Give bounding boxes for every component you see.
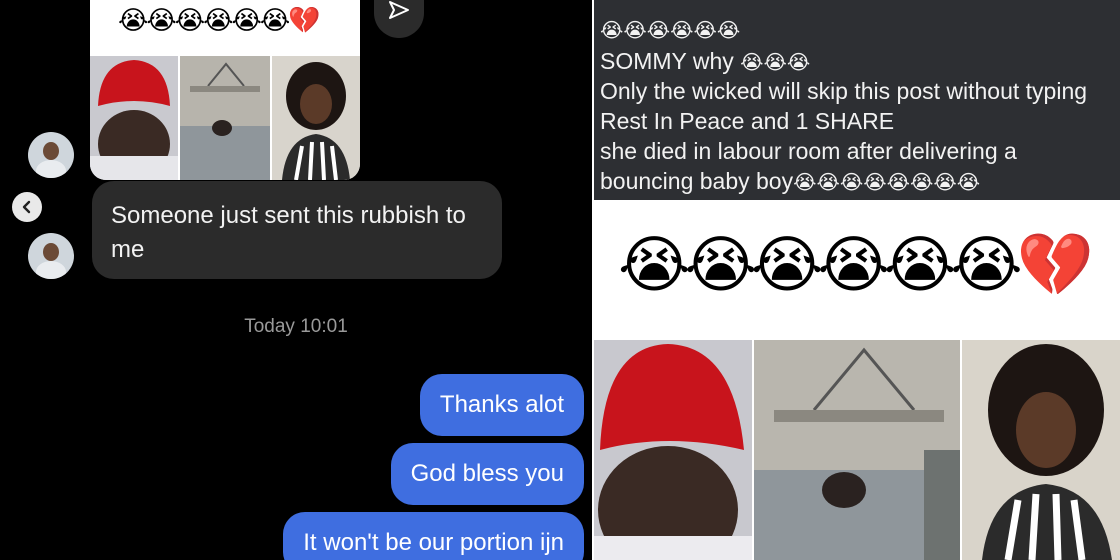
woman-photo-thumbnail	[272, 56, 360, 180]
chat-screenshot: 😭😭😭😭😭😭💔 Someone just sent this rubbish t…	[0, 0, 592, 560]
post-emoji-line: 😭😭😭😭😭😭	[600, 18, 741, 42]
back-chevron-icon	[22, 200, 31, 214]
post-text-area: 😭😭😭😭😭😭 SOMMY why 😭😭😭 Only the wicked wil…	[594, 0, 1120, 200]
share-post-button[interactable]	[374, 0, 424, 38]
post-line-5: bouncing baby boy😭😭😭😭😭😭😭😭	[600, 168, 981, 194]
incoming-message-bubble[interactable]: Someone just sent this rubbish to me	[92, 181, 502, 279]
sender-avatar[interactable]	[28, 233, 74, 279]
sender-avatar[interactable]	[28, 132, 74, 178]
shared-post-emojis: 😭😭😭😭😭😭💔	[118, 6, 321, 36]
social-post-screenshot: 😭😭😭😭😭😭 SOMMY why 😭😭😭 Only the wicked wil…	[594, 0, 1120, 560]
post-line-1: SOMMY why 😭😭😭	[600, 48, 811, 74]
post-line-2: Only the wicked will skip this post with…	[600, 78, 1088, 104]
outgoing-message-bubble[interactable]: God bless you	[390, 443, 584, 505]
post-line-4: she died in labour room after delivering…	[600, 138, 1017, 164]
baby-photo	[594, 340, 752, 560]
post-big-emojis: 😭😭😭😭😭😭💔	[618, 228, 1094, 301]
outgoing-message-bubble[interactable]: Thanks alot	[419, 374, 584, 436]
back-button[interactable]	[12, 192, 42, 222]
incoming-message-text: Someone just sent this rubbish to me	[111, 202, 466, 263]
send-arrow-icon	[389, 1, 409, 19]
post-photo-collage	[594, 340, 1120, 560]
outgoing-message-bubble[interactable]: It won't be our portion ijn	[283, 512, 584, 560]
hospital-photo	[754, 340, 960, 560]
message-timestamp: Today 10:01	[244, 316, 348, 337]
post-line-3: Rest In Peace and 1 SHARE	[600, 108, 895, 134]
shared-post-card[interactable]: 😭😭😭😭😭😭💔	[90, 0, 360, 180]
baby-photo-thumbnail	[90, 56, 178, 180]
woman-photo	[962, 340, 1120, 560]
hospital-photo-thumbnail	[180, 56, 270, 180]
